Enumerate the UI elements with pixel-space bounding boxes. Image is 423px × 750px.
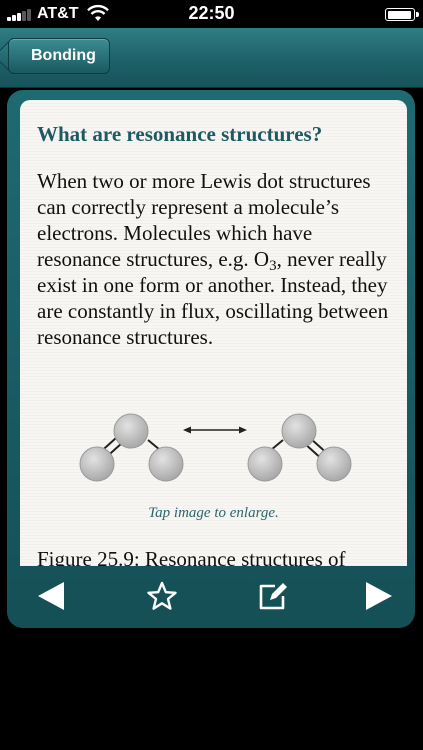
resonance-arrow-icon (183, 426, 247, 434)
article-body: When two or more Lewis dot structures ca… (37, 168, 397, 350)
right-ozone-structure (247, 413, 352, 482)
edit-note-icon (259, 583, 287, 610)
navigation-bar: Bonding (0, 28, 423, 88)
content-frame: What are resonance structures? When two … (7, 90, 415, 628)
status-bar: AT&T 22:50 (0, 0, 423, 28)
article-card[interactable]: What are resonance structures? When two … (20, 100, 407, 566)
status-time: 22:50 (188, 3, 235, 23)
left-ozone-structure (79, 413, 184, 482)
note-button[interactable] (251, 576, 295, 616)
next-button[interactable] (355, 576, 399, 616)
figure-caption[interactable]: Tap image to enlarge. (20, 505, 407, 522)
battery-level (387, 10, 412, 19)
star-icon (147, 581, 177, 610)
back-button-label: Bonding (31, 47, 96, 64)
article-title: What are resonance structures? (37, 122, 323, 146)
resonance-structures-image[interactable] (20, 398, 407, 508)
previous-arrow-icon (38, 582, 64, 610)
battery-icon (385, 8, 419, 21)
next-arrow-icon (366, 582, 392, 610)
bottom-toolbar (7, 566, 415, 628)
resonance-figure[interactable]: Tap image to enlarge. (20, 398, 407, 521)
figure-label: Figure 25.9: Resonance structures of (37, 547, 346, 566)
favorite-button[interactable] (140, 576, 184, 616)
previous-button[interactable] (31, 576, 75, 616)
back-button[interactable]: Bonding (8, 38, 110, 74)
body-subscript: 3 (269, 258, 277, 274)
